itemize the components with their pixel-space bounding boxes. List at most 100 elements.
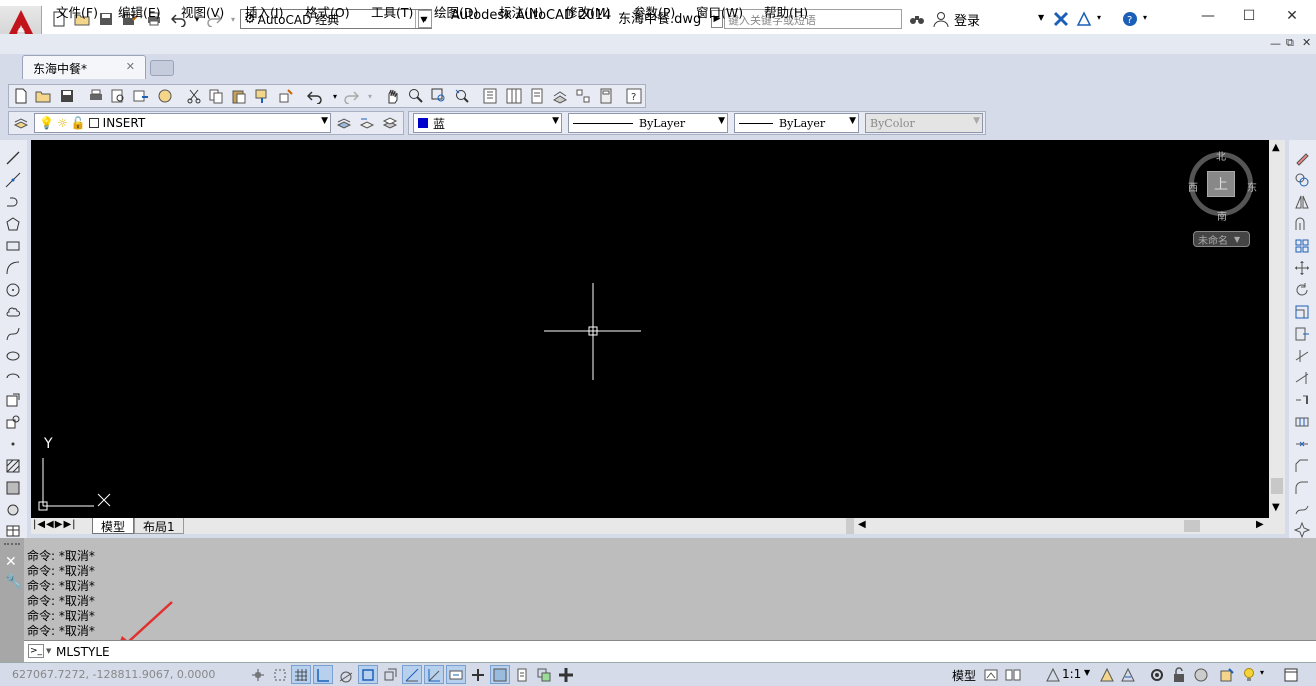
quick-view-layouts-icon[interactable] bbox=[981, 665, 1001, 684]
object-snap-icon[interactable] bbox=[358, 665, 378, 684]
viewcube-north[interactable]: 北 bbox=[1216, 148, 1226, 163]
ellipse-icon[interactable] bbox=[4, 347, 22, 365]
vertical-scrollbar[interactable]: ▲ ▼ bbox=[1269, 140, 1285, 518]
zoom-realtime-icon[interactable] bbox=[407, 87, 425, 105]
menu-dimension[interactable]: 标注(N) bbox=[499, 2, 543, 21]
scroll-right-icon[interactable]: ▶ bbox=[1256, 519, 1264, 530]
menu-parametric[interactable]: 参数(P) bbox=[633, 2, 675, 21]
scroll-left-icon[interactable]: ◀ bbox=[858, 519, 866, 530]
help-icon[interactable]: ? bbox=[1121, 10, 1139, 28]
statusbar-menu-icon[interactable]: ▾ bbox=[1260, 668, 1264, 677]
extend-icon[interactable] bbox=[1293, 369, 1311, 387]
zoom-previous-icon[interactable] bbox=[453, 87, 471, 105]
recent-commands-icon[interactable]: ▼ bbox=[46, 647, 51, 655]
dynamic-input-icon[interactable] bbox=[446, 665, 466, 684]
command-input[interactable]: MLSTYLE bbox=[56, 645, 110, 659]
point-icon[interactable] bbox=[4, 435, 22, 453]
chamfer-icon[interactable] bbox=[1293, 457, 1311, 475]
menu-window[interactable]: 窗口(W) bbox=[696, 2, 743, 21]
a360-dropdown-icon[interactable]: ▾ bbox=[1097, 13, 1101, 22]
viewcube-top-face[interactable]: 上 bbox=[1207, 171, 1235, 197]
doc-restore-button[interactable]: ⧉ bbox=[1286, 36, 1294, 50]
command-prompt-icon[interactable]: >_ bbox=[28, 644, 44, 658]
lineweight-dropdown[interactable]: ByLayer ▼ bbox=[734, 113, 859, 133]
insert-block-icon[interactable] bbox=[4, 391, 22, 409]
command-input-bar[interactable]: >_ ▼ MLSTYLE bbox=[24, 640, 1316, 662]
copy-icon[interactable] bbox=[207, 87, 225, 105]
clean-screen-icon[interactable] bbox=[1281, 665, 1301, 684]
publish-icon[interactable] bbox=[132, 87, 150, 105]
annotation-scale-icon[interactable] bbox=[1043, 665, 1063, 684]
explode-icon[interactable] bbox=[1293, 521, 1311, 539]
minimize-button[interactable]: — bbox=[1188, 4, 1228, 28]
markup-set-icon[interactable] bbox=[574, 87, 592, 105]
color-dropdown[interactable]: 蓝 ▼ bbox=[413, 113, 562, 133]
close-button[interactable]: ✕ bbox=[1272, 4, 1312, 28]
ellipse-arc-icon[interactable] bbox=[4, 369, 22, 387]
workspace-switching-icon[interactable] bbox=[1147, 665, 1167, 684]
qnew-icon[interactable] bbox=[12, 87, 30, 105]
erase-icon[interactable] bbox=[1293, 149, 1311, 167]
scroll-down-icon[interactable]: ▼ bbox=[1272, 502, 1280, 513]
save-icon[interactable] bbox=[97, 10, 115, 28]
trim-icon[interactable] bbox=[1293, 347, 1311, 365]
menu-modify[interactable]: 修改(M) bbox=[565, 2, 611, 21]
viewcube-south[interactable]: 南 bbox=[1217, 208, 1227, 223]
menu-file[interactable]: 文件(F) bbox=[56, 2, 98, 21]
login-link[interactable]: 登录 bbox=[954, 10, 980, 29]
offset-icon[interactable] bbox=[1293, 215, 1311, 233]
toolbar-redo-icon[interactable] bbox=[342, 87, 360, 105]
selection-cycling-icon[interactable] bbox=[534, 665, 554, 684]
toolbar-redo-dropdown-icon[interactable]: ▾ bbox=[361, 87, 379, 105]
wrench-icon[interactable]: 🔧 bbox=[5, 574, 22, 590]
gradient-icon[interactable] bbox=[4, 479, 22, 497]
revision-cloud-icon[interactable] bbox=[4, 303, 22, 321]
rectangle-icon[interactable] bbox=[4, 237, 22, 255]
hardware-acceleration-icon[interactable] bbox=[1191, 665, 1211, 684]
circle-icon[interactable] bbox=[4, 281, 22, 299]
quick-view-drawings-icon[interactable] bbox=[1003, 665, 1023, 684]
annotation-scale-value[interactable]: 1:1 bbox=[1062, 667, 1081, 681]
menu-draw[interactable]: 绘图(D) bbox=[434, 2, 478, 21]
linetype-dropdown[interactable]: ByLayer ▼ bbox=[568, 113, 728, 133]
toolbar-undo-icon[interactable] bbox=[306, 87, 324, 105]
zoom-window-icon[interactable] bbox=[430, 87, 448, 105]
menu-tools[interactable]: 工具(T) bbox=[371, 2, 413, 21]
construction-line-icon[interactable] bbox=[4, 171, 22, 189]
plot-preview-icon[interactable] bbox=[109, 87, 127, 105]
lineweight-display-icon[interactable] bbox=[468, 665, 488, 684]
make-current-layer-icon[interactable] bbox=[335, 114, 353, 132]
blend-curves-icon[interactable] bbox=[1293, 501, 1311, 519]
search-input[interactable]: 键入关键字或短语 bbox=[724, 9, 902, 29]
rotate-icon[interactable] bbox=[1293, 281, 1311, 299]
layout-nav-icons[interactable]: |◀◀▶▶| bbox=[33, 519, 77, 530]
file-tab-active[interactable]: 东海中餐* ✕ bbox=[22, 55, 146, 79]
maximize-button[interactable]: ☐ bbox=[1229, 4, 1269, 28]
transparency-icon[interactable] bbox=[490, 665, 510, 684]
properties-icon[interactable] bbox=[481, 87, 499, 105]
design-feed-icon[interactable] bbox=[156, 87, 174, 105]
help-toolbar-icon[interactable]: ? bbox=[625, 87, 643, 105]
pan-icon[interactable] bbox=[384, 87, 402, 105]
menu-format[interactable]: 格式(O) bbox=[305, 2, 350, 21]
annotation-scale-dropdown-icon[interactable]: ▼ bbox=[1084, 668, 1090, 677]
vertical-scroll-thumb[interactable] bbox=[1271, 478, 1283, 494]
fillet-icon[interactable] bbox=[1293, 479, 1311, 497]
doc-minimize-button[interactable]: — bbox=[1270, 37, 1281, 50]
table-icon[interactable] bbox=[4, 521, 22, 539]
make-block-icon[interactable] bbox=[4, 413, 22, 431]
save-file-icon[interactable] bbox=[58, 87, 76, 105]
dynamic-ucs-icon[interactable] bbox=[424, 665, 444, 684]
viewcube-east[interactable]: 东 bbox=[1247, 179, 1257, 194]
array-icon[interactable] bbox=[1293, 237, 1311, 255]
mirror-icon[interactable] bbox=[1293, 193, 1311, 211]
menu-edit[interactable]: 编辑(E) bbox=[118, 2, 161, 21]
exchange-icon[interactable] bbox=[1052, 10, 1070, 28]
ucs-menu-button[interactable]: 未命名 ▼ bbox=[1193, 231, 1250, 247]
close-icon[interactable]: ✕ bbox=[5, 554, 17, 570]
move-icon[interactable] bbox=[1293, 259, 1311, 277]
login-dropdown-icon[interactable]: ▼ bbox=[1038, 13, 1044, 22]
arc-icon[interactable] bbox=[4, 259, 22, 277]
quickcalc-icon[interactable] bbox=[597, 87, 615, 105]
layout-tab-layout1[interactable]: 布局1 bbox=[134, 518, 184, 534]
